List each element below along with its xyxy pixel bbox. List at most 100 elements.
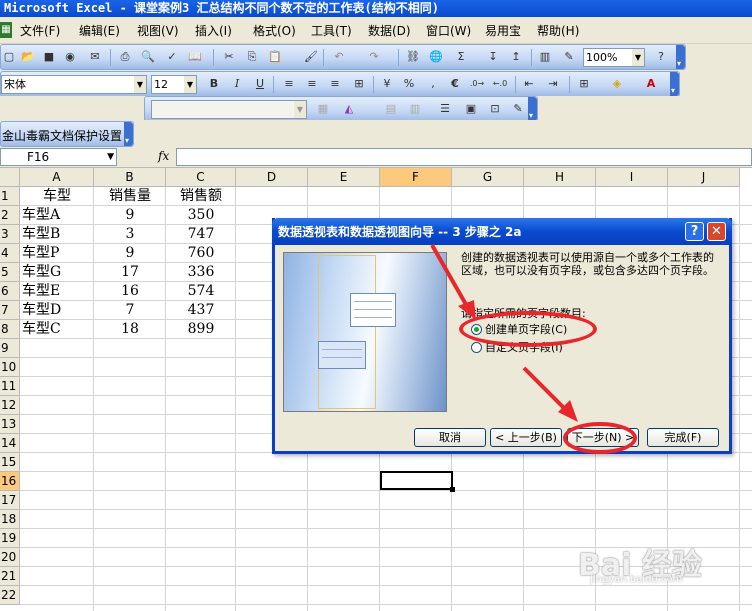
chart-wizard-icon[interactable]: ▥: [537, 49, 553, 65]
name-box[interactable]: F16 ▼: [0, 148, 117, 166]
column-header[interactable]: G: [452, 168, 524, 187]
column-header[interactable]: D: [236, 168, 308, 187]
font-name-select[interactable]: 宋体 ▼: [1, 75, 147, 94]
picture-icon[interactable]: ▦: [315, 101, 331, 117]
percent-button[interactable]: %: [401, 76, 417, 92]
decrease-indent-icon[interactable]: ⇤: [521, 76, 537, 92]
table-header-cell[interactable]: 销售量: [94, 187, 166, 206]
row-header[interactable]: 21: [0, 567, 20, 586]
close-button[interactable]: ✕: [707, 222, 726, 241]
fill-color-icon[interactable]: ◈: [609, 76, 625, 92]
row-header[interactable]: 7: [0, 301, 20, 320]
decrease-decimal-icon[interactable]: ←.0: [492, 76, 508, 92]
row-header[interactable]: 4: [0, 244, 20, 263]
sort-ascending-icon[interactable]: ↧: [485, 49, 501, 65]
italic-button[interactable]: I: [229, 76, 245, 92]
finish-button[interactable]: 完成(F): [647, 428, 719, 447]
align-icon[interactable]: ▥: [407, 101, 423, 117]
copy-icon[interactable]: ⎘: [244, 49, 260, 65]
format-painter-icon[interactable]: 🖌: [303, 49, 319, 65]
align-right-icon[interactable]: ≡: [327, 76, 343, 92]
layout-icon[interactable]: ⊡: [487, 101, 503, 117]
column-header[interactable]: A: [20, 168, 94, 187]
row-header[interactable]: 10: [0, 358, 20, 377]
menu-help[interactable]: 帮助(H): [537, 22, 579, 40]
toolbar-options-icon[interactable]: [676, 45, 685, 69]
increase-indent-icon[interactable]: ⇥: [545, 76, 561, 92]
bold-button[interactable]: B: [206, 76, 222, 92]
chevron-down-icon[interactable]: ▼: [107, 149, 114, 165]
table-cell[interactable]: 350: [166, 206, 236, 225]
row-header[interactable]: 3: [0, 225, 20, 244]
column-header[interactable]: I: [596, 168, 668, 187]
table-cell[interactable]: 车型C: [20, 320, 94, 339]
symbol-icon[interactable]: ✎: [510, 101, 526, 117]
row-header[interactable]: 1: [0, 187, 20, 206]
menu-edit[interactable]: 编辑(E): [79, 22, 120, 40]
menu-data[interactable]: 数据(D): [368, 22, 411, 40]
research-icon[interactable]: 📖: [187, 49, 203, 65]
email-icon[interactable]: ✉: [87, 49, 103, 65]
new-icon[interactable]: ▢: [1, 49, 17, 65]
menu-tools[interactable]: 工具(T): [311, 22, 352, 40]
menu-window[interactable]: 窗口(W): [426, 22, 471, 40]
drawing-icon[interactable]: ✎: [561, 49, 577, 65]
hyperlink-icon[interactable]: ⛓: [405, 49, 421, 65]
toolbar-options-icon[interactable]: [528, 97, 537, 121]
style-select[interactable]: ▼: [151, 100, 307, 119]
row-header[interactable]: 2: [0, 206, 20, 225]
merge-center-icon[interactable]: ⊞: [351, 76, 367, 92]
menu-file[interactable]: 文件(F): [20, 22, 60, 40]
toolbar-options-icon[interactable]: [124, 122, 133, 146]
column-header[interactable]: B: [94, 168, 166, 187]
table-cell[interactable]: 16: [94, 282, 166, 301]
autosum-icon[interactable]: Σ: [453, 49, 469, 65]
help-button[interactable]: ?: [685, 222, 704, 241]
table-icon[interactable]: ▤: [383, 101, 399, 117]
row-header[interactable]: 15: [0, 453, 20, 472]
borders-icon[interactable]: ⊞: [576, 76, 592, 92]
underline-button[interactable]: U: [252, 76, 268, 92]
undo-icon[interactable]: ↶: [331, 49, 347, 65]
table-cell[interactable]: 760: [166, 244, 236, 263]
redo-icon[interactable]: ↷: [366, 49, 382, 65]
active-cell-selection[interactable]: [380, 471, 455, 492]
table-header-cell[interactable]: 车型: [20, 187, 94, 206]
row-header[interactable]: 5: [0, 263, 20, 282]
help-icon[interactable]: ?: [653, 49, 669, 65]
table-cell[interactable]: 574: [166, 282, 236, 301]
jinshan-protect-button[interactable]: 金山毒霸文档保护设置: [2, 127, 122, 144]
cancel-button[interactable]: 取消: [414, 428, 486, 447]
select-all-corner[interactable]: [0, 168, 20, 187]
radio-unselected-icon[interactable]: [471, 342, 482, 353]
insert-function-icon[interactable]: fx: [158, 149, 169, 163]
print-preview-icon[interactable]: 🔍: [140, 49, 156, 65]
chart-icon[interactable]: ▣: [463, 101, 479, 117]
table-header-cell[interactable]: 销售额: [166, 187, 236, 206]
column-header[interactable]: C: [166, 168, 236, 187]
increase-decimal-icon[interactable]: .0→: [469, 76, 485, 92]
table-cell[interactable]: 车型A: [20, 206, 94, 225]
table-cell[interactable]: 9: [94, 206, 166, 225]
row-header[interactable]: 9: [0, 339, 20, 358]
web-icon[interactable]: 🌐: [428, 49, 444, 65]
align-left-icon[interactable]: ≡: [281, 76, 297, 92]
toolbar-options-icon[interactable]: [670, 72, 679, 96]
chevron-down-icon[interactable]: ▼: [134, 76, 146, 93]
sort-descending-icon[interactable]: ↥: [508, 49, 524, 65]
menu-yiyongbao[interactable]: 易用宝: [485, 22, 521, 40]
row-header[interactable]: 11: [0, 377, 20, 396]
comma-button[interactable]: ,: [425, 76, 441, 92]
euro-button[interactable]: €: [447, 76, 463, 92]
open-icon[interactable]: 📂: [20, 49, 36, 65]
row-header[interactable]: 6: [0, 282, 20, 301]
table-cell[interactable]: 车型G: [20, 263, 94, 282]
permission-icon[interactable]: ◉: [62, 49, 78, 65]
row-header[interactable]: 19: [0, 529, 20, 548]
table-cell[interactable]: 747: [166, 225, 236, 244]
row-header[interactable]: 14: [0, 434, 20, 453]
save-icon[interactable]: ■: [41, 49, 57, 65]
table-cell[interactable]: 7: [94, 301, 166, 320]
row-header[interactable]: 8: [0, 320, 20, 339]
table-cell[interactable]: 17: [94, 263, 166, 282]
